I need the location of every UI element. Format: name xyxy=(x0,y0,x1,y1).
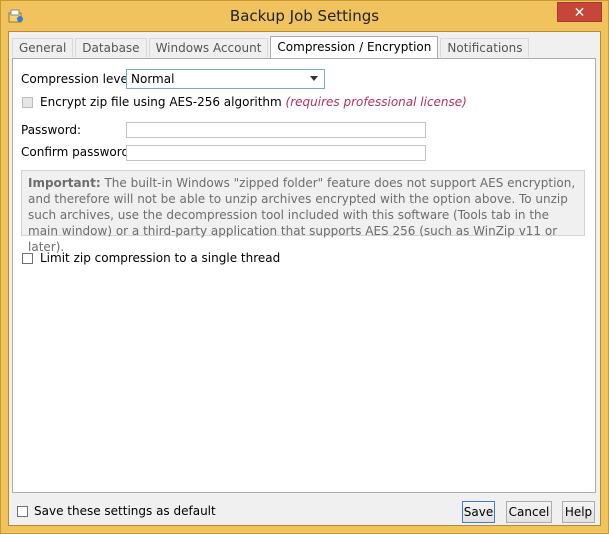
title-bar[interactable]: Backup Job Settings ✕ xyxy=(1,1,608,31)
single-thread-checkbox[interactable] xyxy=(22,253,33,264)
close-icon: ✕ xyxy=(573,5,586,21)
important-heading: Important: xyxy=(28,176,101,190)
password-field[interactable] xyxy=(126,122,426,138)
dialog-client: General Database Windows Account Compres… xyxy=(8,31,601,526)
dialog-window: Backup Job Settings ✕ General Database W… xyxy=(0,0,609,534)
important-text: The built-in Windows "zipped folder" fea… xyxy=(28,176,576,254)
tab-strip: General Database Windows Account Compres… xyxy=(12,36,531,58)
confirm-password-field[interactable] xyxy=(126,145,426,161)
password-label: Password: xyxy=(21,123,82,137)
close-button[interactable]: ✕ xyxy=(557,2,602,22)
single-thread-label: Limit zip compression to a single thread xyxy=(40,251,281,265)
tab-panel: Compression level: Normal Encrypt zip fi… xyxy=(12,58,596,493)
chevron-down-icon xyxy=(310,76,318,81)
encrypt-label-group: Encrypt zip file using AES-256 algorithm… xyxy=(40,95,467,109)
compression-level-label: Compression level: xyxy=(21,72,136,86)
encrypt-label: Encrypt zip file using AES-256 algorithm xyxy=(40,95,282,109)
save-default-checkbox[interactable] xyxy=(17,506,28,517)
window-title: Backup Job Settings xyxy=(229,7,380,25)
tab-windows-account[interactable]: Windows Account xyxy=(148,38,269,57)
important-note: Important: The built-in Windows "zipped … xyxy=(21,170,585,254)
confirm-password-label: Confirm password: xyxy=(21,145,134,159)
compression-level-value: Normal xyxy=(131,72,175,86)
tab-general[interactable]: General xyxy=(12,38,74,57)
tab-notifications[interactable]: Notifications xyxy=(440,38,530,57)
tab-compression-encryption[interactable]: Compression / Encryption xyxy=(270,36,439,58)
save-default-label: Save these settings as default xyxy=(34,504,216,518)
help-button[interactable]: Help xyxy=(562,501,595,523)
tab-database[interactable]: Database xyxy=(75,38,147,57)
cancel-button[interactable]: Cancel xyxy=(506,501,552,523)
compression-level-select[interactable]: Normal xyxy=(126,69,325,89)
encrypt-checkbox[interactable] xyxy=(22,97,33,108)
save-button[interactable]: Save xyxy=(462,501,495,523)
license-note: (requires professional license) xyxy=(285,95,467,109)
